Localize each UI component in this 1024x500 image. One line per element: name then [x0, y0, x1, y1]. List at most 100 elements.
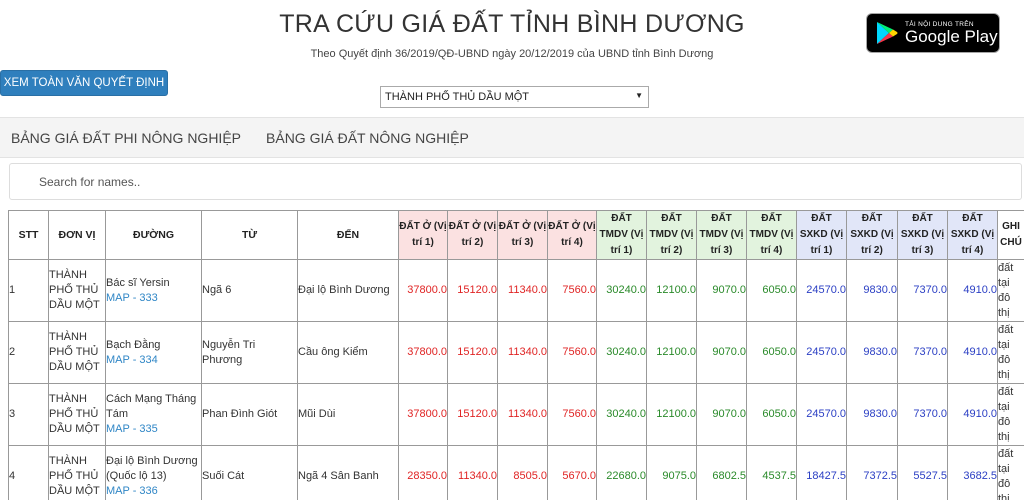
header-sxkd-2: ĐẤT SXKD (Vị trí 2) — [846, 210, 898, 260]
cell-note-text: đất tại đô thị — [998, 385, 1014, 443]
cell-sxkd-3: 7370.0 — [897, 383, 948, 446]
header-sxkd-3: ĐẤT SXKD (Vị trí 3) — [897, 210, 948, 260]
cell-sxkd-1: 24570.0 — [796, 321, 847, 384]
cell-note: đất tại đô thị — [997, 259, 1024, 322]
cell-to: Ngã 4 Sân Banh — [297, 445, 399, 500]
cell-to: Đại lộ Bình Dương — [297, 259, 399, 322]
header-sxkd-4: ĐẤT SXKD (Vị trí 4) — [947, 210, 998, 260]
cell-tmdv-2: 12100.0 — [646, 321, 697, 384]
header-note: GHI CHÚ — [997, 210, 1024, 260]
header-dato-1: ĐẤT Ở (Vị trí 1) — [398, 210, 448, 260]
cell-tmdv-3: 9070.0 — [696, 259, 747, 322]
cell-sxkd-2: 9830.0 — [846, 383, 898, 446]
cell-tmdv-4: 6050.0 — [746, 321, 797, 384]
search-box — [9, 163, 1022, 200]
city-select[interactable]: THÀNH PHỐ THỦ DẦU MỘT ▼ — [380, 86, 649, 108]
cell-note-text: đất tại đô thị — [998, 323, 1014, 381]
cell-dato-2: 15120.0 — [447, 383, 498, 446]
cell-unit-text: THÀNH PHỐ THỦ DẦU MỘT — [49, 455, 100, 497]
google-play-big-text: Google Play — [905, 27, 998, 46]
cell-unit: THÀNH PHỐ THỦ DẦU MỘT — [48, 259, 106, 322]
cell-tmdv-4: 6050.0 — [746, 259, 797, 322]
google-play-icon — [877, 22, 898, 44]
header-stt: STT — [8, 210, 49, 260]
navbar: BẢNG GIÁ ĐẤT PHI NÔNG NGHIỆP BẢNG GIÁ ĐẤ… — [0, 117, 1024, 158]
table-row[interactable]: 1 THÀNH PHỐ THỦ DẦU MỘT Bác sĩ Yersin MAP -… — [8, 259, 1024, 322]
table-row[interactable]: 3 THÀNH PHỐ THỦ DẦU MỘT Cách Mạng Tháng Tá… — [8, 383, 1024, 446]
cell-tmdv-3: 9070.0 — [696, 383, 747, 446]
cell-dato-1: 28350.0 — [398, 445, 448, 500]
cell-dato-3: 11340.0 — [497, 321, 548, 384]
cell-unit: THÀNH PHỐ THỦ DẦU MỘT — [48, 321, 106, 384]
cell-sxkd-3: 7370.0 — [897, 321, 948, 384]
cell-dato-4: 7560.0 — [547, 259, 597, 322]
cell-stt: 2 — [8, 321, 49, 384]
price-table: STT ĐƠN VỊ ĐƯỜNG TỪ ĐẾN ĐẤT Ở (Vị trí 1)… — [8, 210, 1024, 500]
cell-from: Ngã 6 — [201, 259, 298, 322]
street-name: Cách Mạng Tháng Tám — [106, 393, 197, 420]
cell-dato-3: 11340.0 — [497, 259, 548, 322]
cell-dato-4: 7560.0 — [547, 321, 597, 384]
table-row[interactable]: 2 THÀNH PHỐ THỦ DẦU MỘT Bạch Đằng MAP - 334… — [8, 321, 1024, 384]
cell-dato-2: 11340.0 — [447, 445, 498, 500]
cell-unit: THÀNH PHỐ THỦ DẦU MỘT — [48, 445, 106, 500]
cell-tmdv-2: 12100.0 — [646, 259, 697, 322]
cell-dato-4: 5670.0 — [547, 445, 597, 500]
street-name: Bác sĩ Yersin — [106, 276, 170, 289]
map-link[interactable]: MAP - 334 — [106, 353, 201, 368]
tab-non-agricultural[interactable]: BẢNG GIÁ ĐẤT PHI NÔNG NGHIỆP — [11, 130, 241, 146]
search-input[interactable] — [10, 164, 1021, 199]
header-sxkd-1: ĐẤT SXKD (Vị trí 1) — [796, 210, 847, 260]
cell-dato-2: 15120.0 — [447, 259, 498, 322]
google-play-badge[interactable]: TẢI NỘI DUNG TRÊN Google Play — [866, 13, 1000, 53]
cell-dato-4: 7560.0 — [547, 383, 597, 446]
cell-tmdv-4: 4537.5 — [746, 445, 797, 500]
cell-note: đất tại đô thị — [997, 445, 1024, 500]
cell-note: đất tại đô thị — [997, 321, 1024, 384]
cell-tmdv-3: 6802.5 — [696, 445, 747, 500]
header-tmdv-4: ĐẤT TMDV (Vị trí 4) — [746, 210, 797, 260]
cell-sxkd-4: 4910.0 — [947, 383, 998, 446]
cell-street: Đại lộ Bình Dương (Quốc lộ 13) MAP - 336 — [105, 445, 202, 500]
cell-to: Mũi Dùi — [297, 383, 399, 446]
cell-unit-text: THÀNH PHỐ THỦ DẦU MỘT — [49, 269, 100, 311]
cell-tmdv-1: 30240.0 — [596, 259, 647, 322]
cell-tmdv-2: 9075.0 — [646, 445, 697, 500]
cell-dato-3: 8505.0 — [497, 445, 548, 500]
cell-note: đất tại đô thị — [997, 383, 1024, 446]
cell-dato-3: 11340.0 — [497, 383, 548, 446]
cell-sxkd-1: 24570.0 — [796, 259, 847, 322]
cell-street: Bác sĩ Yersin MAP - 333 — [105, 259, 202, 322]
tab-agricultural[interactable]: BẢNG GIÁ ĐẤT NÔNG NGHIỆP — [266, 130, 469, 146]
cell-tmdv-1: 22680.0 — [596, 445, 647, 500]
street-name: Đại lộ Bình Dương (Quốc lộ 13) — [106, 455, 198, 482]
cell-sxkd-4: 4910.0 — [947, 321, 998, 384]
header-street: ĐƯỜNG — [105, 210, 202, 260]
cell-sxkd-4: 4910.0 — [947, 259, 998, 322]
cell-stt: 4 — [8, 445, 49, 500]
cell-sxkd-1: 18427.5 — [796, 445, 847, 500]
header-tmdv-1: ĐẤT TMDV (Vị trí 1) — [596, 210, 647, 260]
cell-note-text: đất tại đô thị — [998, 447, 1014, 500]
table-body: 1 THÀNH PHỐ THỦ DẦU MỘT Bác sĩ Yersin MAP -… — [8, 259, 1024, 500]
cell-street: Bạch Đằng MAP - 334 — [105, 321, 202, 384]
cell-tmdv-4: 6050.0 — [746, 383, 797, 446]
view-decision-button[interactable]: XEM TOÀN VĂN QUYẾT ĐỊNH — [0, 70, 168, 96]
cell-to: Cầu ông Kiểm — [297, 321, 399, 384]
map-link[interactable]: MAP - 335 — [106, 422, 201, 437]
cell-sxkd-2: 7372.5 — [846, 445, 898, 500]
cell-sxkd-3: 5527.5 — [897, 445, 948, 500]
header-dato-2: ĐẤT Ở (Vị trí 2) — [447, 210, 498, 260]
cell-tmdv-1: 30240.0 — [596, 321, 647, 384]
cell-tmdv-2: 12100.0 — [646, 383, 697, 446]
cell-stt: 3 — [8, 383, 49, 446]
cell-note-text: đất tại đô thị — [998, 261, 1014, 319]
header-unit: ĐƠN VỊ — [48, 210, 106, 260]
map-link[interactable]: MAP - 333 — [106, 291, 201, 306]
map-link[interactable]: MAP - 336 — [106, 484, 201, 499]
table-row[interactable]: 4 THÀNH PHỐ THỦ DẦU MỘT Đại lộ Bình Dương … — [8, 445, 1024, 500]
cell-street: Cách Mạng Tháng Tám MAP - 335 — [105, 383, 202, 446]
cell-from: Suối Cát — [201, 445, 298, 500]
header-tmdv-2: ĐẤT TMDV (Vị trí 2) — [646, 210, 697, 260]
header-to: ĐẾN — [297, 210, 399, 260]
